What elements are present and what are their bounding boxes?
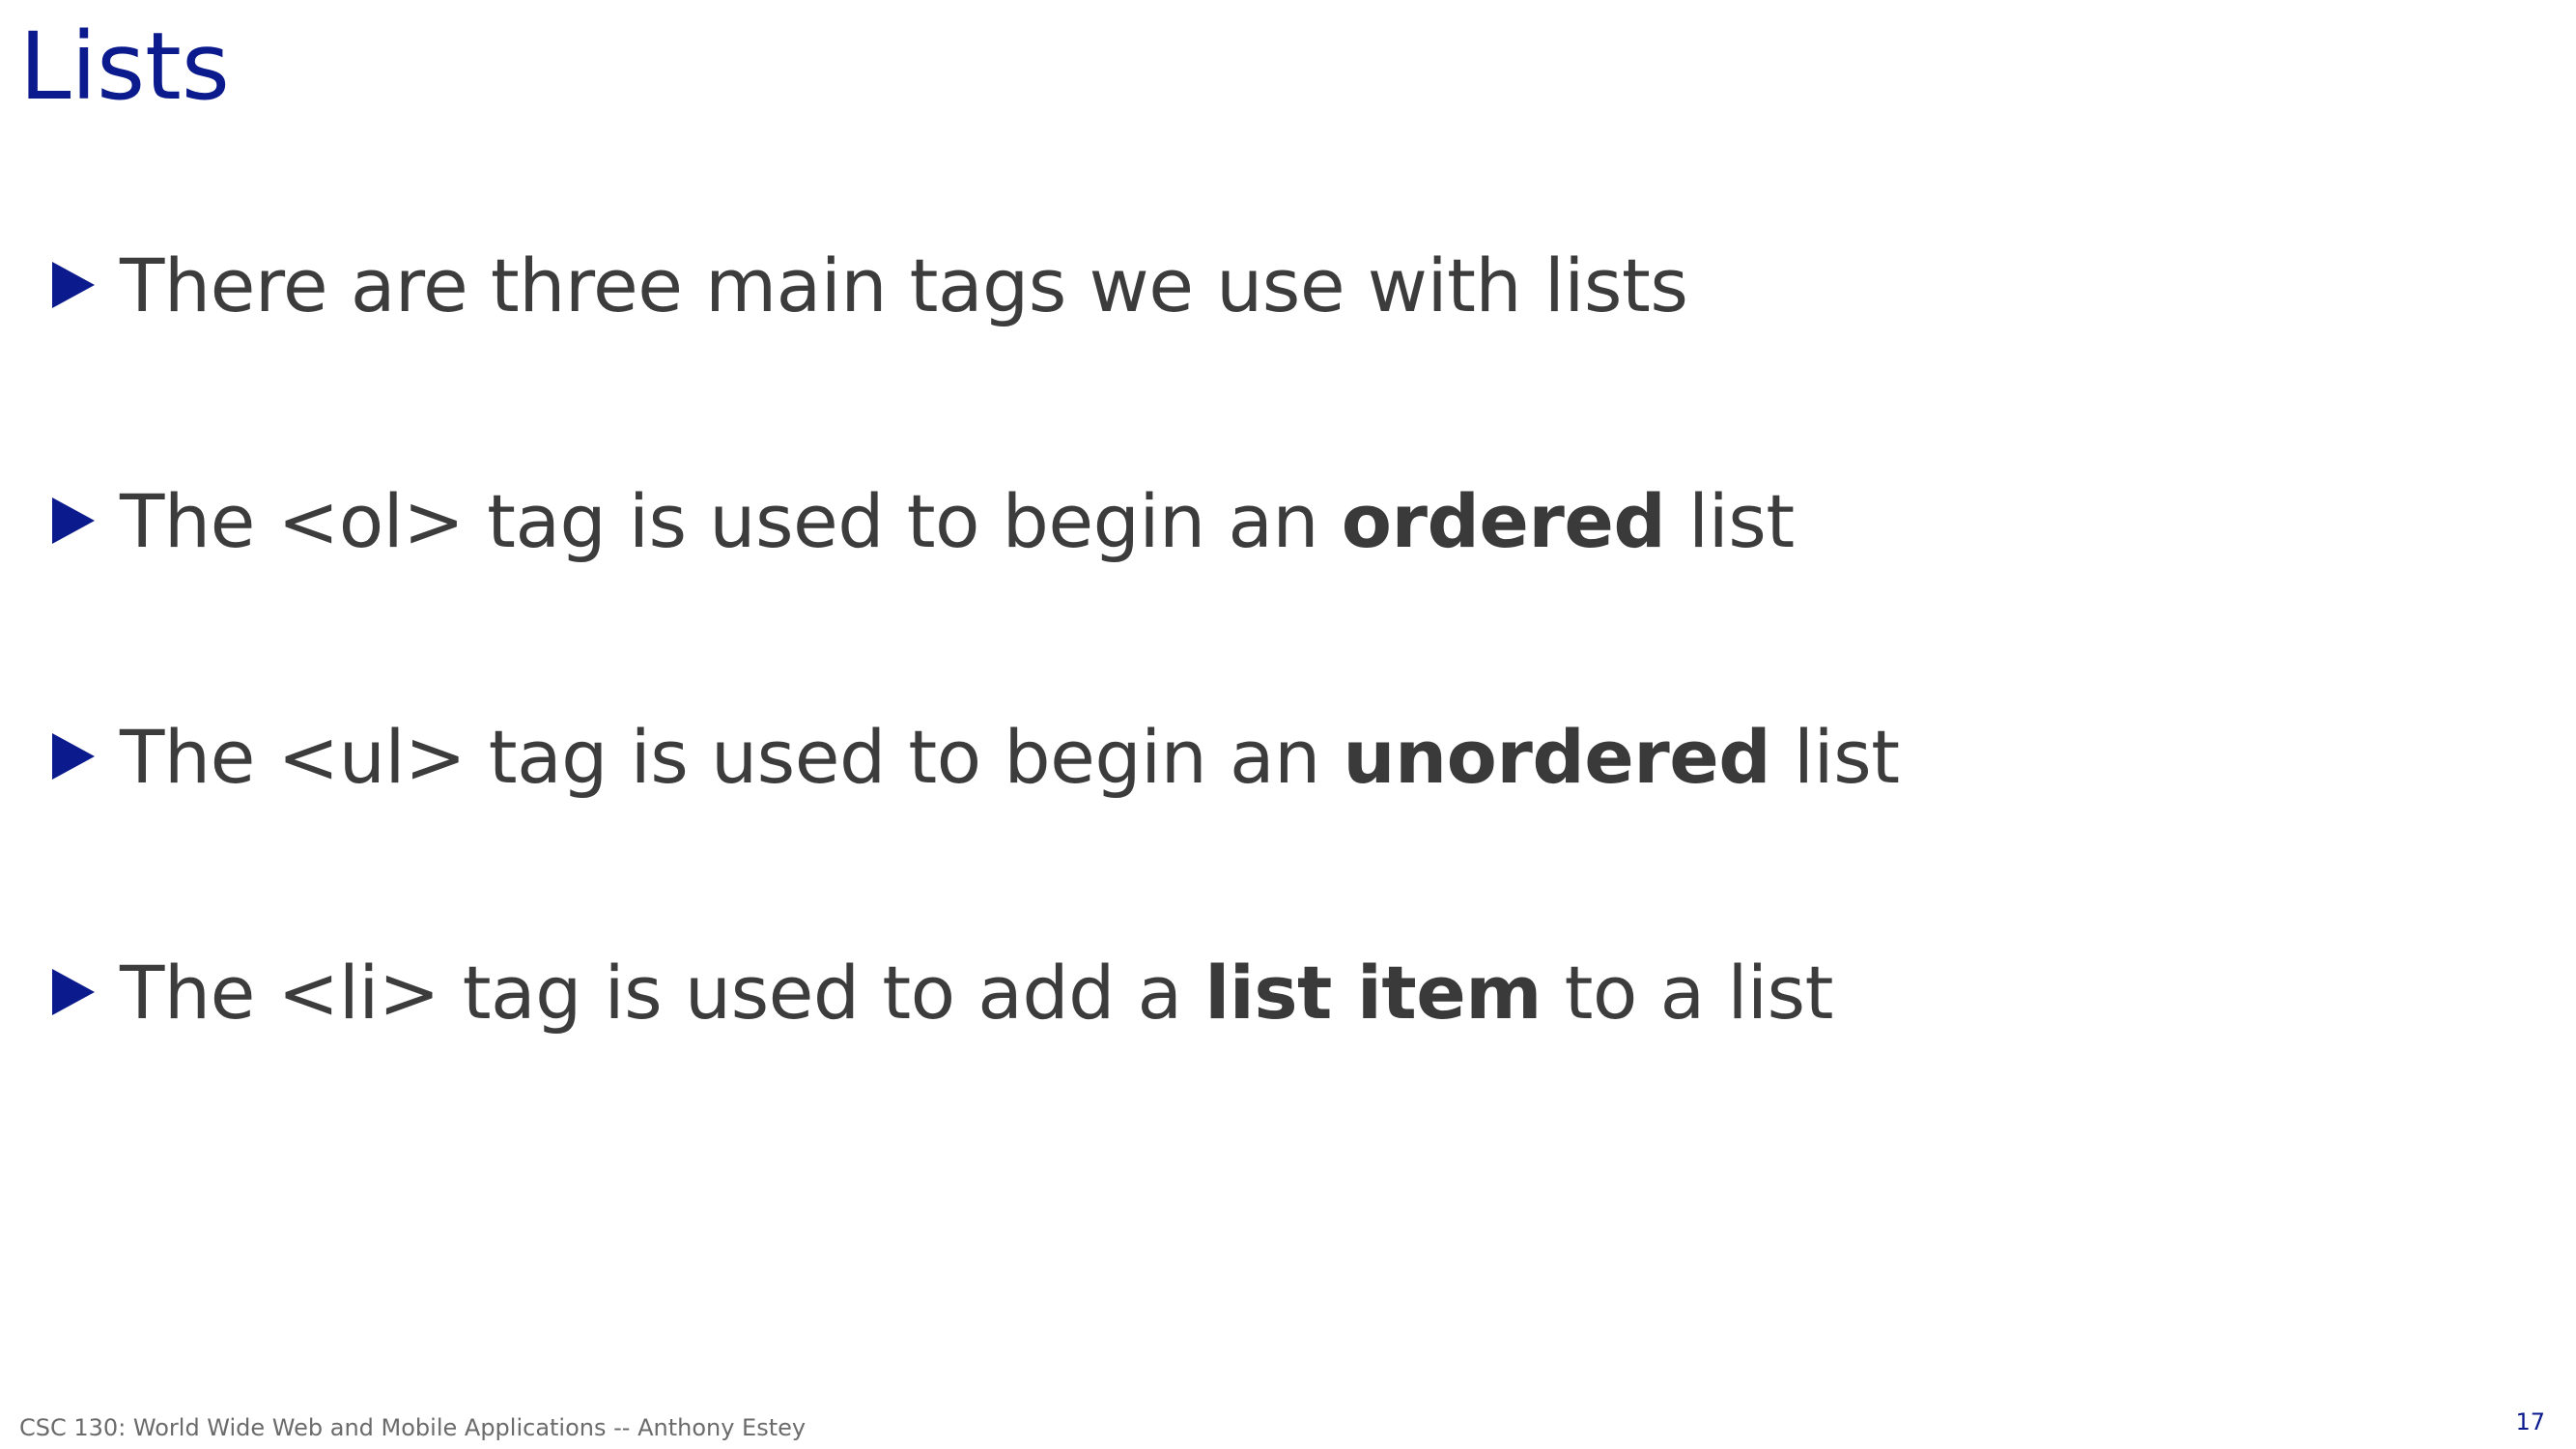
bullet-text-bold: list item [1204,949,1542,1036]
bullet-item: The <ul> tag is used to begin an unorder… [52,703,1900,810]
bullet-item: There are three main tags we use with li… [52,232,1900,338]
bullet-text: The <ol> tag is used to begin an ordered… [120,478,1795,564]
page-number: 17 [2515,1408,2545,1435]
bullet-text-bold: unordered [1343,713,1771,800]
bullet-text: The <li> tag is used to add a list item … [120,950,1833,1036]
bullet-text: There are three main tags we use with li… [120,242,1688,328]
bullet-text-bold: ordered [1341,477,1666,564]
bullet-text: The <ul> tag is used to begin an unorder… [120,714,1900,800]
bullet-text-plain: The <li> tag is used to add a [120,949,1205,1036]
slide-title: Lists [19,13,230,121]
triangle-right-icon [52,733,95,780]
triangle-right-icon [52,497,95,544]
bullet-item: The <li> tag is used to add a list item … [52,939,1900,1045]
bullet-text-plain-end: list [1665,477,1795,564]
bullet-text-plain: The <ul> tag is used to begin an [120,713,1344,800]
bullet-text-plain-end: to a list [1541,949,1834,1036]
triangle-right-icon [52,262,95,308]
bullet-text-plain: There are three main tags we use with li… [120,242,1688,328]
triangle-right-icon [52,969,95,1015]
bullet-text-plain: The <ol> tag is used to begin an [120,477,1342,564]
bullet-item: The <ol> tag is used to begin an ordered… [52,468,1900,574]
bullet-text-plain-end: list [1770,713,1900,800]
bullet-list: There are three main tags we use with li… [52,232,1900,1045]
slide-footer: CSC 130: World Wide Web and Mobile Appli… [19,1414,807,1441]
